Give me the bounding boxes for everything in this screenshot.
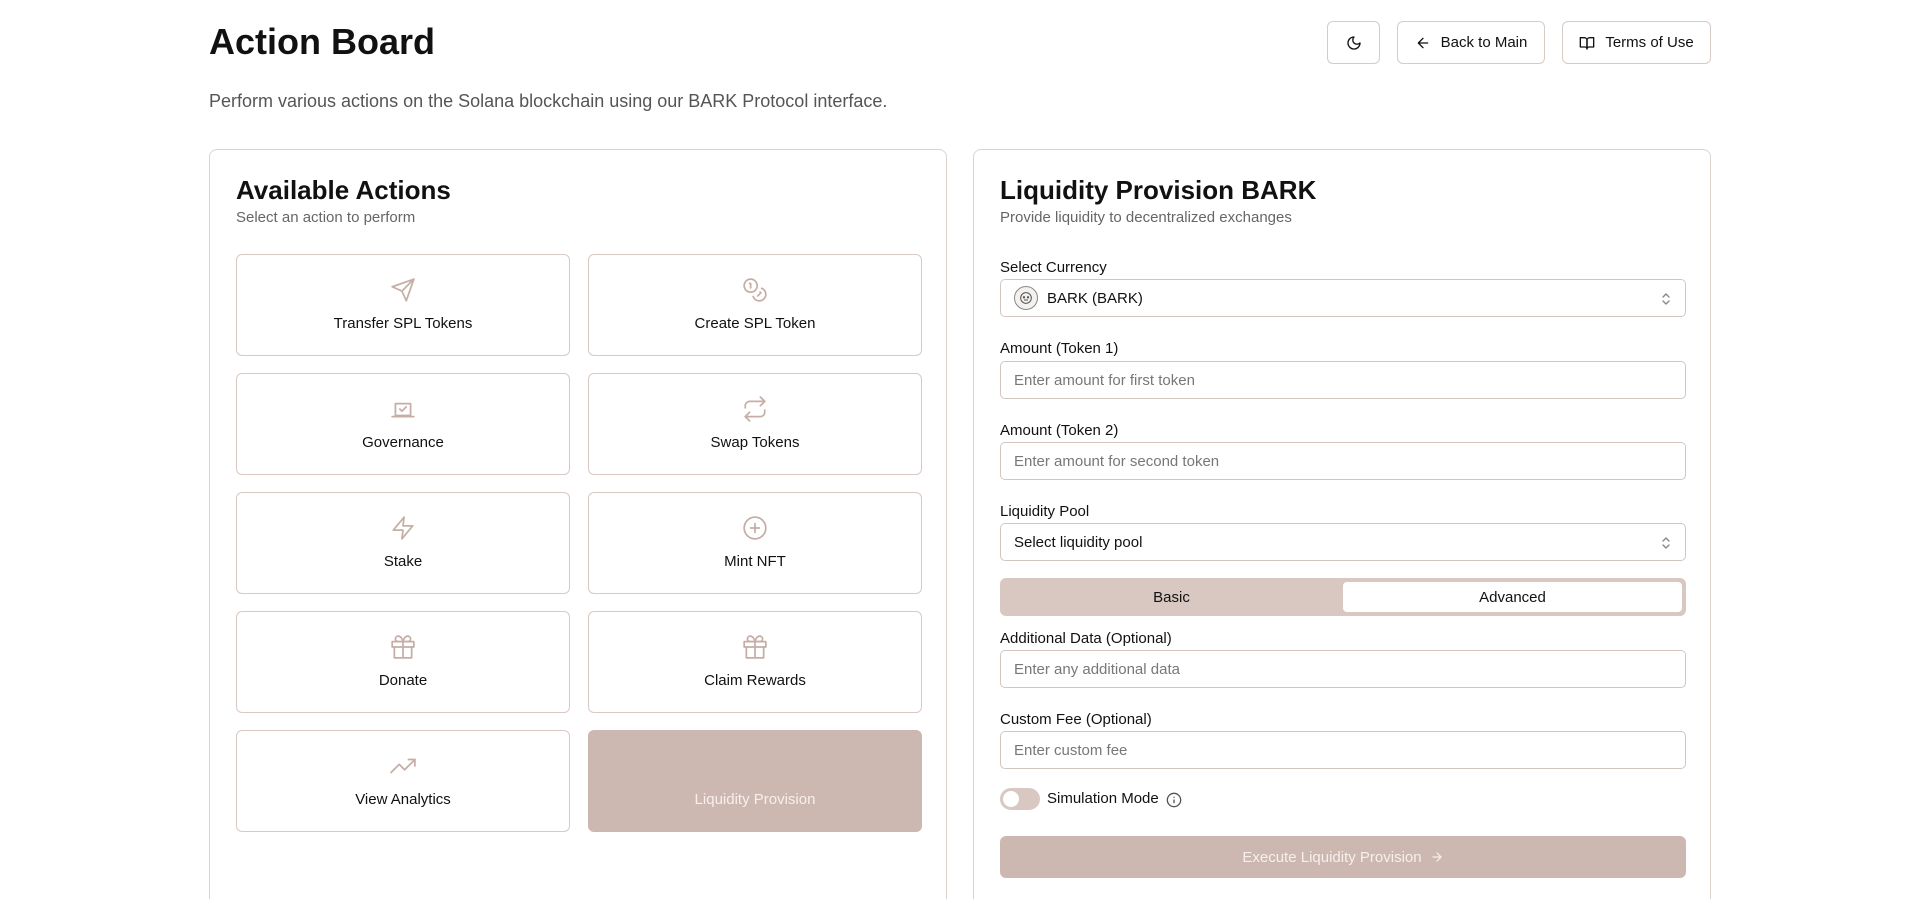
amount-token1-placeholder: Enter amount for first token [1014, 371, 1195, 389]
currency-select[interactable]: BARK (BARK) [1000, 279, 1686, 317]
action-label: Swap Tokens [710, 434, 800, 451]
amount-token1-label: Amount (Token 1) [1000, 340, 1119, 357]
action-label: Liquidity Provision [694, 791, 816, 808]
simulation-mode-switch[interactable] [1000, 788, 1040, 810]
custom-fee-placeholder: Enter custom fee [1014, 741, 1128, 759]
repeat-icon [744, 396, 766, 422]
additional-data-placeholder: Enter any additional data [1014, 660, 1180, 678]
action-label: Governance [362, 434, 444, 451]
moon-icon [1346, 35, 1361, 50]
back-to-main-button[interactable]: Back to Main [1397, 21, 1545, 64]
amount-token2-input[interactable]: Enter amount for second token [1000, 442, 1686, 480]
arrow-left-icon [1417, 37, 1428, 48]
actions-subtitle: Select an action to perform [236, 209, 416, 226]
form-subtitle: Provide liquidity to decentralized excha… [1000, 209, 1292, 226]
execute-label: Execute Liquidity Provision [1242, 848, 1422, 866]
simulation-mode-label: Simulation Mode [1047, 790, 1159, 807]
action-label: View Analytics [355, 791, 451, 808]
plus-circle-icon [743, 516, 767, 540]
currency-value: BARK (BARK) [1047, 289, 1143, 307]
actions-title: Available Actions [236, 175, 451, 205]
tab-advanced[interactable]: Advanced [1343, 582, 1682, 612]
action-swap-tokens[interactable]: Swap Tokens [588, 373, 922, 475]
liquidity-pool-label: Liquidity Pool [1000, 503, 1090, 520]
zap-icon [392, 516, 414, 540]
back-to-main-label: Back to Main [1440, 34, 1528, 51]
action-label: Donate [378, 672, 428, 689]
action-label: Stake [383, 553, 423, 570]
liquidity-pool-value: Select liquidity pool [1014, 533, 1143, 551]
additional-data-input[interactable]: Enter any additional data [1000, 650, 1686, 688]
action-liquidity-provision[interactable]: Liquidity Provision [588, 730, 922, 832]
execute-liquidity-provision-button[interactable]: Execute Liquidity Provision [1000, 836, 1686, 878]
action-label: Mint NFT [724, 553, 786, 570]
action-mint-nft[interactable]: Mint NFT [588, 492, 922, 594]
action-transfer-spl-tokens[interactable]: Transfer SPL Tokens [236, 254, 570, 356]
gift-icon [391, 635, 415, 659]
info-icon[interactable] [1166, 792, 1182, 808]
vote-icon [391, 402, 415, 418]
terms-of-use-button[interactable]: Terms of Use [1562, 21, 1711, 64]
action-label: Transfer SPL Tokens [333, 315, 473, 332]
action-label: Create SPL Token [694, 315, 816, 332]
terms-of-use-label: Terms of Use [1605, 34, 1694, 51]
amount-token2-placeholder: Enter amount for second token [1014, 452, 1220, 470]
action-label: Claim Rewards [704, 672, 806, 689]
custom-fee-label: Custom Fee (Optional) [1000, 711, 1152, 728]
coins-icon [743, 278, 767, 302]
page-title: Action Board [209, 21, 436, 62]
send-icon [391, 278, 415, 302]
action-claim-rewards[interactable]: Claim Rewards [588, 611, 922, 713]
switch-knob [1003, 791, 1019, 807]
tab-basic[interactable]: Basic [1004, 582, 1339, 612]
amount-token1-input[interactable]: Enter amount for first token [1000, 361, 1686, 399]
arrow-right-icon [1431, 852, 1442, 862]
action-view-analytics[interactable]: View Analytics [236, 730, 570, 832]
action-donate[interactable]: Donate [236, 611, 570, 713]
custom-fee-input[interactable]: Enter custom fee [1000, 731, 1686, 769]
gift-icon [743, 635, 767, 659]
action-stake[interactable]: Stake [236, 492, 570, 594]
bark-coin-icon [1014, 286, 1038, 310]
amount-token2-label: Amount (Token 2) [1000, 422, 1119, 439]
liquidity-provision-card: Liquidity Provision BARK Provide liquidi… [973, 149, 1711, 899]
chevrons-up-down-icon [1662, 293, 1670, 305]
available-actions-card: Available Actions Select an action to pe… [209, 149, 947, 899]
action-governance[interactable]: Governance [236, 373, 570, 475]
form-title: Liquidity Provision BARK [1000, 175, 1317, 205]
trending-up-icon [390, 758, 416, 774]
action-create-spl-token[interactable]: Create SPL Token [588, 254, 922, 356]
currency-label: Select Currency [1000, 259, 1107, 276]
theme-toggle-button[interactable] [1327, 21, 1380, 64]
mode-tabs: Basic Advanced [1000, 578, 1686, 616]
page-description: Perform various actions on the Solana bl… [209, 91, 888, 111]
liquidity-pool-select[interactable]: Select liquidity pool [1000, 523, 1686, 561]
book-open-icon [1579, 36, 1595, 50]
chevrons-up-down-icon [1662, 537, 1670, 549]
additional-data-label: Additional Data (Optional) [1000, 630, 1172, 647]
